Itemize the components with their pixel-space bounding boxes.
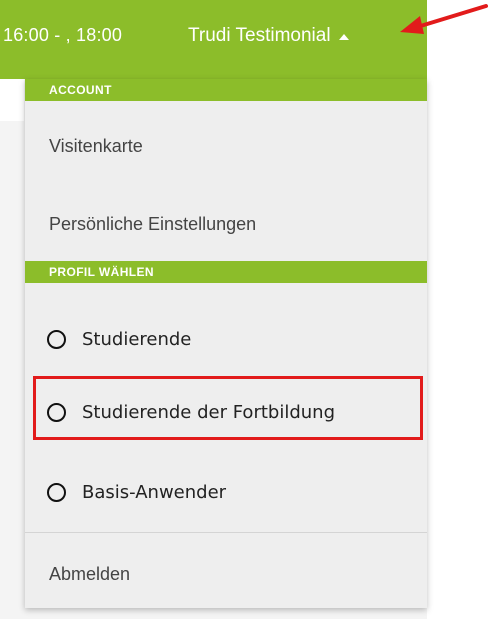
logout-menu-item[interactable]: Abmelden [25, 563, 427, 585]
profile-option-studierende[interactable]: Studierende [25, 322, 427, 356]
section-header-profile: PROFIL WÄHLEN [25, 261, 427, 283]
profile-option-studierende-fortbildung[interactable]: Studierende der Fortbildung [25, 395, 427, 429]
profile-option-label: Basis-Anwender [82, 481, 227, 503]
user-menu-toggle[interactable]: Trudi Testimonial [188, 24, 349, 48]
annotation-arrow-icon [400, 4, 488, 34]
time-range-text: 16:00 - , 18:00 [3, 25, 123, 45]
profile-option-label: Studierende [82, 328, 192, 350]
radio-button-icon[interactable] [47, 482, 66, 502]
menu-divider [25, 532, 427, 533]
user-dropdown-menu: ACCOUNT Visitenkarte Persönliche Einstel… [25, 79, 427, 608]
profile-option-label: Studierende der Fortbildung [82, 401, 336, 423]
user-name: Trudi Testimonial [188, 25, 331, 46]
top-header-bar: 16:00 - , 18:00 Trudi Testimonial [0, 0, 427, 79]
page-background-panel [0, 79, 24, 121]
profile-option-basis-anwender[interactable]: Basis-Anwender [25, 475, 427, 509]
menu-item-personal-settings[interactable]: Persönliche Einstellungen [25, 213, 427, 235]
radio-button-icon[interactable] [47, 329, 66, 349]
radio-button-icon[interactable] [47, 402, 66, 422]
section-header-account: ACCOUNT [25, 79, 427, 101]
menu-item-visitenkarte[interactable]: Visitenkarte [25, 135, 427, 157]
caret-up-icon [338, 33, 349, 40]
